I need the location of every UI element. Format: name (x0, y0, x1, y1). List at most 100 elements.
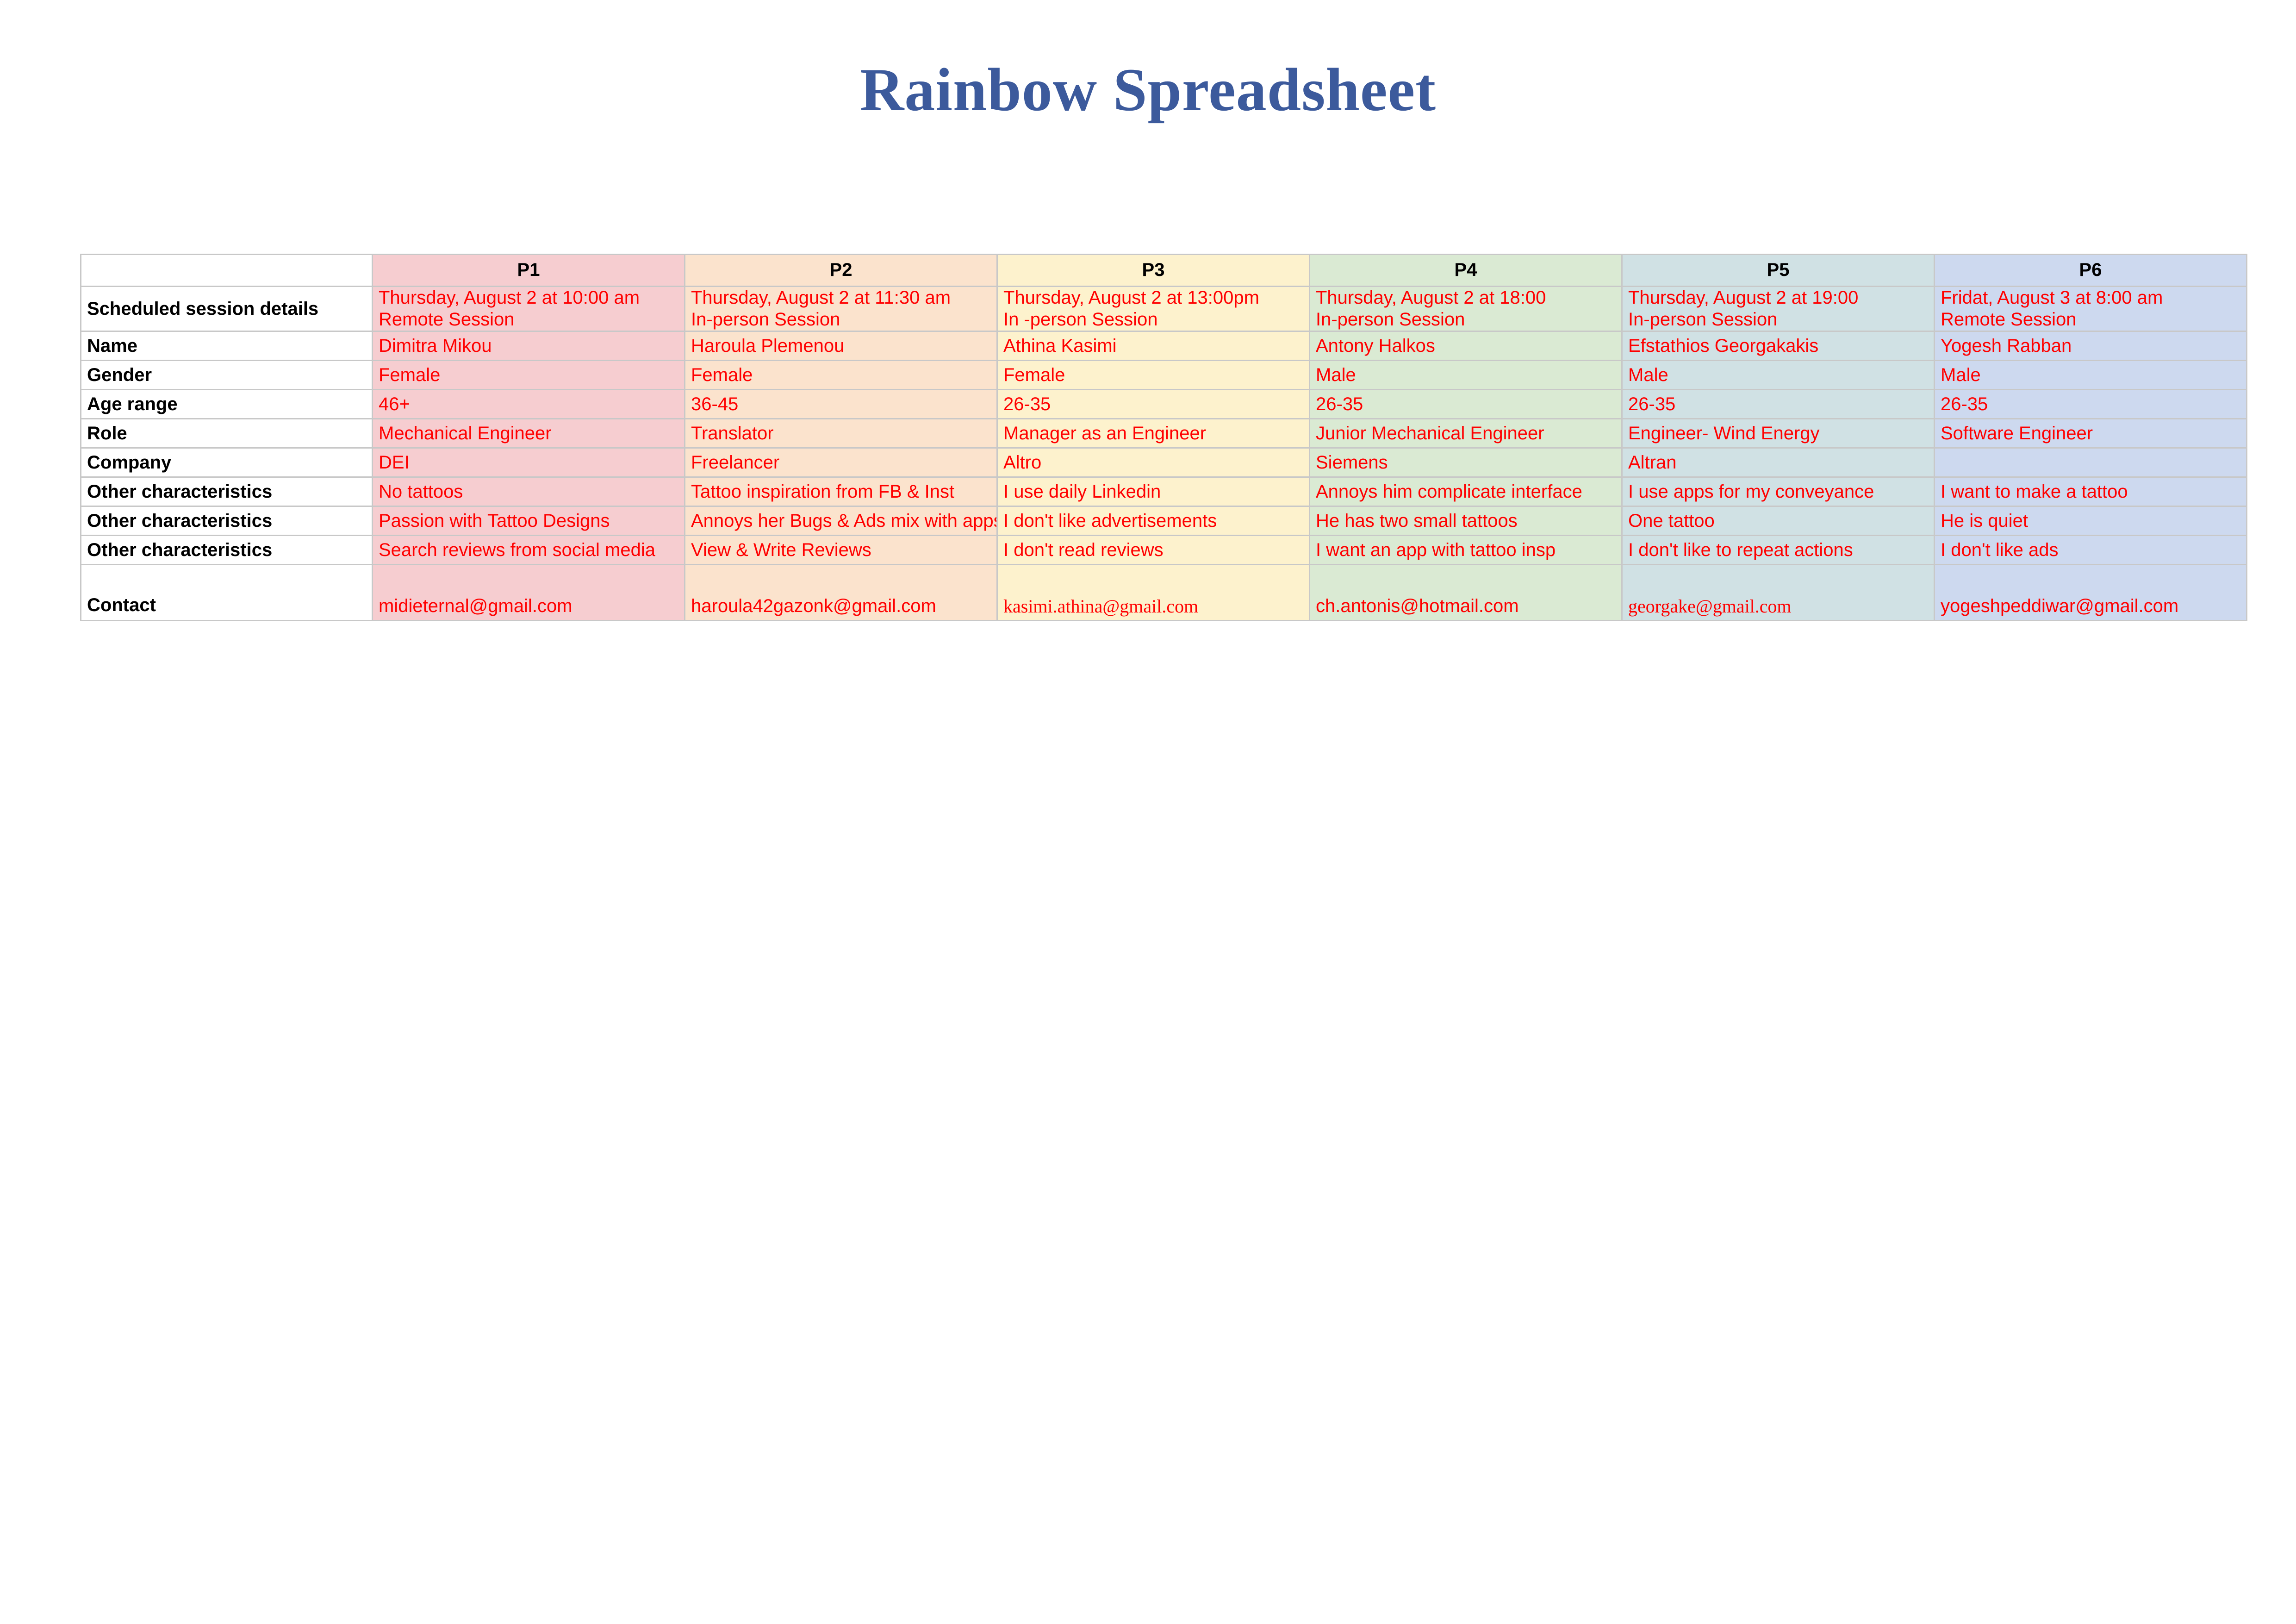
cell-company-p6[interactable] (1934, 447, 2247, 478)
session-line2-p5: In-person Session (1628, 309, 1778, 330)
cell-name-p4[interactable]: Antony Halkos (1309, 331, 1623, 362)
row-label-gender: Gender (80, 360, 373, 391)
cell-session-p2[interactable]: Thursday, August 2 at 11:30 am In-person… (684, 285, 998, 332)
cell-role-p4[interactable]: Junior Mechanical Engineer (1309, 418, 1623, 449)
cell-company-p2[interactable]: Freelancer (684, 447, 998, 478)
cell-company-p5[interactable]: Altran (1621, 447, 1935, 478)
cell-age-p3[interactable]: 26-35 (996, 389, 1310, 420)
cell-contact-p2[interactable]: haroula42gazonk@gmail.com (684, 564, 998, 622)
cell-other2-p3[interactable]: I don't like advertisements (996, 506, 1310, 537)
cell-other3-p2[interactable]: View & Write Reviews (684, 535, 998, 566)
column-header-p2[interactable]: P2 (684, 254, 998, 287)
cell-session-p5[interactable]: Thursday, August 2 at 19:00 In-person Se… (1621, 285, 1935, 332)
session-line2-p6: Remote Session (1941, 309, 2077, 330)
session-line1-p3: Thursday, August 2 at 13:00pm (1003, 287, 1259, 308)
cell-other1-p4[interactable]: Annoys him complicate interface (1309, 476, 1623, 507)
row-label-contact: Contact (80, 564, 373, 622)
column-header-p1[interactable]: P1 (372, 254, 685, 287)
cell-gender-p4[interactable]: Male (1309, 360, 1623, 391)
cell-other3-p6[interactable]: I don't like ads (1934, 535, 2247, 566)
spreadsheet-page: Rainbow Spreadsheet P1 P2 P3 P4 P5 P6 Sc… (0, 0, 2296, 1624)
session-line1-p6: Fridat, August 3 at 8:00 am (1941, 287, 2163, 308)
cell-role-p6[interactable]: Software Engineer (1934, 418, 2247, 449)
table-row-other-characteristics-1: Other characteristics No tattoos Tattoo … (80, 476, 2247, 507)
cell-other2-p2[interactable]: Annoys her Bugs & Ads mix with apps (684, 506, 998, 537)
cell-gender-p1[interactable]: Female (372, 360, 685, 391)
cell-other1-p3[interactable]: I use daily Linkedin (996, 476, 1310, 507)
cell-other2-p1[interactable]: Passion with Tattoo Designs (372, 506, 685, 537)
column-header-p4[interactable]: P4 (1309, 254, 1623, 287)
row-label-age-range: Age range (80, 389, 373, 420)
cell-gender-p3[interactable]: Female (996, 360, 1310, 391)
row-label-other-characteristics-1: Other characteristics (80, 476, 373, 507)
cell-other1-p6[interactable]: I want to make a tattoo (1934, 476, 2247, 507)
cell-name-p6[interactable]: Yogesh Rabban (1934, 331, 2247, 362)
session-line1-p5: Thursday, August 2 at 19:00 (1628, 287, 1859, 308)
session-line1-p2: Thursday, August 2 at 11:30 am (691, 287, 951, 308)
cell-other2-p4[interactable]: He has two small tattoos (1309, 506, 1623, 537)
table-row-scheduled-session-details: Scheduled session details Thursday, Augu… (80, 285, 2247, 332)
row-label-company: Company (80, 447, 373, 478)
cell-gender-p6[interactable]: Male (1934, 360, 2247, 391)
cell-contact-p6[interactable]: yogeshpeddiwar@gmail.com (1934, 564, 2247, 622)
table-row-gender: Gender Female Female Female Male Male Ma… (80, 360, 2247, 391)
cell-session-p4[interactable]: Thursday, August 2 at 18:00 In-person Se… (1309, 285, 1623, 332)
table-header-row: P1 P2 P3 P4 P5 P6 (80, 254, 2247, 287)
cell-name-p3[interactable]: Athina Kasimi (996, 331, 1310, 362)
cell-age-p6[interactable]: 26-35 (1934, 389, 2247, 420)
cell-gender-p5[interactable]: Male (1621, 360, 1935, 391)
row-label-other-characteristics-3: Other characteristics (80, 535, 373, 566)
cell-age-p4[interactable]: 26-35 (1309, 389, 1623, 420)
cell-other3-p5[interactable]: I don't like to repeat actions (1621, 535, 1935, 566)
table-corner-cell (80, 254, 373, 287)
cell-company-p4[interactable]: Siemens (1309, 447, 1623, 478)
cell-name-p5[interactable]: Efstathios Georgakakis (1621, 331, 1935, 362)
cell-contact-p5[interactable]: georgake@gmail.com (1621, 564, 1935, 622)
cell-company-p3[interactable]: Altro (996, 447, 1310, 478)
page-title: Rainbow Spreadsheet (859, 56, 1437, 124)
session-line2-p3: In -person Session (1003, 309, 1158, 330)
session-line1-p4: Thursday, August 2 at 18:00 (1316, 287, 1546, 308)
cell-other3-p3[interactable]: I don't read reviews (996, 535, 1310, 566)
cell-company-p1[interactable]: DEI (372, 447, 685, 478)
cell-role-p5[interactable]: Engineer- Wind Energy (1621, 418, 1935, 449)
cell-age-p1[interactable]: 46+ (372, 389, 685, 420)
table-row-name: Name Dimitra Mikou Haroula Plemenou Athi… (80, 331, 2247, 362)
row-label-name: Name (80, 331, 373, 362)
cell-name-p1[interactable]: Dimitra Mikou (372, 331, 685, 362)
cell-session-p1[interactable]: Thursday, August 2 at 10:00 am Remote Se… (372, 285, 685, 332)
column-header-p3[interactable]: P3 (996, 254, 1310, 287)
cell-gender-p2[interactable]: Female (684, 360, 998, 391)
cell-other2-p6[interactable]: He is quiet (1934, 506, 2247, 537)
cell-session-p6[interactable]: Fridat, August 3 at 8:00 am Remote Sessi… (1934, 285, 2247, 332)
cell-contact-p3[interactable]: kasimi.athina@gmail.com (996, 564, 1310, 622)
table-row-company: Company DEI Freelancer Altro Siemens Alt… (80, 447, 2247, 478)
row-label-role: Role (80, 418, 373, 449)
table-row-other-characteristics-2: Other characteristics Passion with Tatto… (80, 506, 2247, 537)
cell-role-p1[interactable]: Mechanical Engineer (372, 418, 685, 449)
table-row-other-characteristics-3: Other characteristics Search reviews fro… (80, 535, 2247, 566)
session-line2-p1: Remote Session (379, 309, 515, 330)
table-row-contact: Contact midieternal@gmail.com haroula42g… (80, 564, 2247, 622)
cell-age-p5[interactable]: 26-35 (1621, 389, 1935, 420)
cell-session-p3[interactable]: Thursday, August 2 at 13:00pm In -person… (996, 285, 1310, 332)
cell-other2-p5[interactable]: One tattoo (1621, 506, 1935, 537)
cell-role-p2[interactable]: Translator (684, 418, 998, 449)
table-row-age-range: Age range 46+ 36-45 26-35 26-35 26-35 26… (80, 389, 2247, 420)
table-row-role: Role Mechanical Engineer Translator Mana… (80, 418, 2247, 449)
cell-age-p2[interactable]: 36-45 (684, 389, 998, 420)
cell-other1-p1[interactable]: No tattoos (372, 476, 685, 507)
cell-other3-p1[interactable]: Search reviews from social media (372, 535, 685, 566)
column-header-p5[interactable]: P5 (1621, 254, 1935, 287)
session-line2-p2: In-person Session (691, 309, 840, 330)
cell-contact-p1[interactable]: midieternal@gmail.com (372, 564, 685, 622)
session-line2-p4: In-person Session (1316, 309, 1465, 330)
row-label-other-characteristics-2: Other characteristics (80, 506, 373, 537)
cell-other1-p5[interactable]: I use apps for my conveyance (1621, 476, 1935, 507)
cell-other1-p2[interactable]: Tattoo inspiration from FB & Inst (684, 476, 998, 507)
column-header-p6[interactable]: P6 (1934, 254, 2247, 287)
cell-name-p2[interactable]: Haroula Plemenou (684, 331, 998, 362)
cell-other3-p4[interactable]: I want an app with tattoo insp (1309, 535, 1623, 566)
cell-contact-p4[interactable]: ch.antonis@hotmail.com (1309, 564, 1623, 622)
cell-role-p3[interactable]: Manager as an Engineer (996, 418, 1310, 449)
